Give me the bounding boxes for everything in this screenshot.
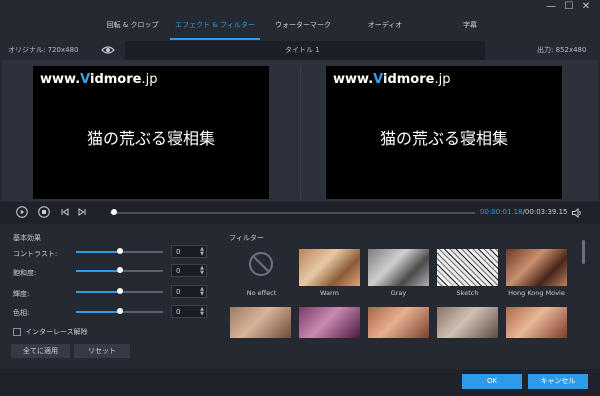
saturation-slider-handle[interactable]	[117, 267, 123, 273]
video-text-left: 猫の荒ぶる寝相集	[86, 129, 215, 148]
hue-value: 0	[176, 308, 181, 316]
next-frame-icon[interactable]	[76, 206, 88, 218]
contrast-slider-handle[interactable]	[117, 248, 123, 254]
filter-name: Warm	[320, 289, 339, 297]
deinterlace-label: インターレース解除	[25, 328, 88, 336]
saturation-label: 飽和度:	[13, 269, 37, 277]
title-bar	[0, 0, 600, 14]
no-effect-icon[interactable]	[247, 250, 275, 278]
ok-button[interactable]: OK	[462, 374, 522, 389]
hue-label: 色相:	[13, 309, 30, 317]
reset-button[interactable]: リセット	[74, 344, 130, 358]
tab-audio[interactable]: オーディオ	[350, 14, 420, 40]
watermark-logo-left: www.Vidmore.jp	[40, 72, 158, 87]
original-resolution-label: オリジナル: 720x480	[8, 46, 79, 54]
title-label: タイトル 1	[285, 46, 320, 54]
saturation-slider[interactable]	[76, 270, 120, 272]
cancel-button[interactable]: キャンセル	[528, 374, 588, 389]
header-strip-right	[300, 41, 485, 60]
filters-heading: フィルター	[229, 234, 264, 242]
filter-name: Sketch	[456, 289, 479, 297]
filter-thumbnail-gray[interactable]	[368, 249, 429, 286]
tab-effect-filter[interactable]: エフェクト & フィルター	[170, 14, 260, 40]
hue-slider-handle[interactable]	[117, 308, 123, 314]
brightness-stepper[interactable]: 0 ▲ ▼	[171, 285, 207, 298]
filter-thumbnail[interactable]	[506, 307, 567, 338]
contrast-slider[interactable]	[76, 251, 120, 253]
tab-subtitle[interactable]: 字幕	[440, 14, 500, 40]
filter-name: Gray	[390, 289, 407, 297]
filter-name: No effect	[246, 289, 277, 297]
tab-watermark[interactable]: ウォーターマーク	[263, 14, 343, 40]
video-text-right: 猫の荒ぶる寝相集	[379, 129, 508, 148]
basic-effects-heading: 基本効果	[13, 234, 41, 242]
close-button[interactable]: ✕	[580, 1, 592, 13]
stepper-down-icon[interactable]: ▼	[200, 292, 204, 297]
filters-scrollbar[interactable]	[582, 240, 585, 264]
contrast-value: 0	[176, 248, 181, 256]
stop-icon[interactable]	[38, 206, 50, 218]
brightness-slider-handle[interactable]	[117, 288, 123, 294]
apply-all-button[interactable]: 全てに適用	[11, 344, 70, 358]
filter-thumbnail-sketch[interactable]	[437, 249, 498, 286]
header-strip-left	[125, 41, 310, 60]
filter-thumbnail[interactable]	[437, 307, 498, 338]
seek-bar[interactable]	[110, 212, 475, 214]
deinterlace-checkbox[interactable]	[13, 328, 21, 336]
time-display: 00:00:01.18/00:03:39.15	[480, 208, 568, 216]
contrast-stepper[interactable]: 0 ▲ ▼	[171, 245, 207, 258]
volume-icon[interactable]	[571, 207, 583, 219]
brightness-label: 輝度:	[13, 290, 30, 298]
tab-rotate-crop[interactable]: 回転 & クロップ	[95, 14, 170, 40]
filter-thumbnail[interactable]	[230, 307, 291, 338]
watermark-logo-right: www.Vidmore.jp	[333, 72, 451, 87]
saturation-stepper[interactable]: 0 ▲ ▼	[171, 264, 207, 277]
filter-thumbnail[interactable]	[299, 307, 360, 338]
hue-stepper[interactable]: 0 ▲ ▼	[171, 305, 207, 318]
restore-button[interactable]: ☐	[563, 1, 575, 13]
contrast-label: コントラスト:	[13, 250, 58, 258]
brightness-slider[interactable]	[76, 291, 120, 293]
minimize-button[interactable]: —	[545, 1, 557, 13]
saturation-slider-rest[interactable]	[120, 270, 163, 272]
brightness-value: 0	[176, 288, 181, 296]
hue-slider[interactable]	[76, 311, 120, 313]
previous-frame-icon[interactable]	[59, 206, 71, 218]
play-icon[interactable]	[16, 206, 28, 218]
output-resolution-label: 出力: 852x480	[537, 46, 587, 54]
active-tab-indicator	[170, 38, 260, 40]
stepper-down-icon[interactable]: ▼	[200, 252, 204, 257]
filter-name: Hong Kong Movie	[508, 289, 565, 297]
filter-thumbnail[interactable]	[368, 307, 429, 338]
tab-bar: 回転 & クロップ エフェクト & フィルター ウォーターマーク オーディオ 字…	[0, 14, 600, 40]
contrast-slider-rest[interactable]	[120, 251, 163, 253]
stepper-down-icon[interactable]: ▼	[200, 312, 204, 317]
hue-slider-rest[interactable]	[120, 311, 163, 313]
eye-icon[interactable]	[101, 44, 115, 56]
filter-thumbnail-hong-kong-movie[interactable]	[506, 249, 567, 286]
saturation-value: 0	[176, 267, 181, 275]
filter-thumbnail-warm[interactable]	[299, 249, 360, 286]
brightness-slider-rest[interactable]	[120, 291, 163, 293]
stepper-down-icon[interactable]: ▼	[200, 271, 204, 276]
seek-handle[interactable]	[110, 209, 117, 215]
preview-divider	[300, 66, 301, 199]
